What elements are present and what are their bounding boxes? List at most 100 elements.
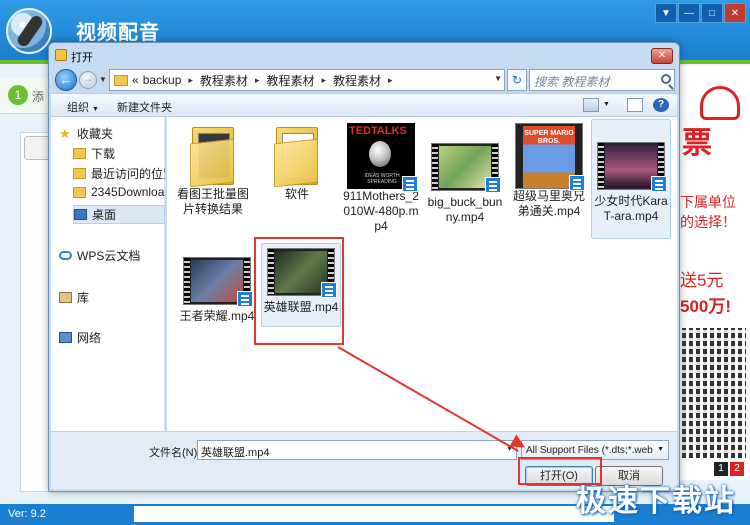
- cloud-icon: [59, 251, 72, 260]
- forward-button[interactable]: →: [79, 71, 97, 89]
- step-indicator: 1 添: [0, 78, 50, 114]
- toolbar: 组织 ▼ 新建文件夹 ▼ ?: [51, 93, 677, 117]
- video-file-icon: [651, 176, 667, 192]
- preview-pane-icon[interactable]: [627, 98, 643, 112]
- file-name: 看图王批量图片转换结果: [176, 187, 249, 216]
- search-icon[interactable]: [661, 74, 671, 84]
- sidebar-item-recent[interactable]: 最近访问的位置: [73, 165, 165, 182]
- chevron-right-icon[interactable]: ▸: [252, 75, 263, 86]
- chevron-down-icon[interactable]: ▼: [603, 101, 610, 108]
- video-frame: [605, 145, 657, 187]
- video-thumbnail: [597, 142, 667, 192]
- qr-code-pattern: [682, 328, 746, 458]
- recent-places-icon: [73, 168, 86, 179]
- sidebar-item-favorites[interactable]: ★ 收藏夹: [59, 125, 165, 142]
- breadcrumb-segment[interactable]: 教程素材: [196, 72, 252, 89]
- ad-ticket-text: 票: [682, 127, 712, 160]
- file-item-video[interactable]: 少女时代KaraT-ara.mp4: [591, 119, 671, 239]
- dialog-title: 打开: [71, 52, 93, 64]
- star-icon: ★: [59, 125, 71, 141]
- file-name: 911Mothers_2010W-480p.mp4: [343, 189, 419, 233]
- organize-menu[interactable]: 组织 ▼: [67, 99, 99, 115]
- desktop-icon: [74, 209, 87, 220]
- file-item-folder[interactable]: 软件: [257, 123, 337, 202]
- app-title: 视频配音: [76, 22, 160, 44]
- sidebar-item-wps-cloud[interactable]: WPS云文档: [59, 247, 165, 264]
- sidebar-item-2345downloads[interactable]: 2345Downloads: [73, 185, 165, 199]
- search-input[interactable]: 搜索 教程素材: [529, 69, 675, 91]
- sidebar-item-library[interactable]: 库: [59, 289, 165, 306]
- sidebar-item-desktop[interactable]: 桌面: [73, 205, 165, 224]
- open-file-dialog: 打开 ✕ ← → ▼ « backup ▸ 教程素材 ▸ 教程素材 ▸ 教程素材…: [48, 42, 680, 492]
- folder-front: [190, 138, 234, 188]
- video-thumbnail: TEDTALKS IDEAS WORTH SPREADING: [347, 123, 418, 192]
- sidebar-item-label: 2345Downloads: [91, 185, 165, 199]
- chevron-down-icon[interactable]: ▼: [657, 446, 664, 453]
- folder-icon: [73, 148, 86, 159]
- minimize-button[interactable]: —: [678, 3, 700, 23]
- back-button[interactable]: ←: [55, 69, 77, 91]
- chevron-right-icon[interactable]: ▸: [185, 75, 196, 86]
- ad-panel[interactable]: 票 下属单位 的选择！ 送5元 500万! 1 2: [678, 66, 750, 480]
- step-number: 1: [8, 85, 28, 105]
- breadcrumb-segment[interactable]: 教程素材: [329, 72, 385, 89]
- filename-input[interactable]: 英雄联盟.mp4 ▼: [197, 440, 517, 460]
- heart-icon: [700, 86, 740, 120]
- menu-dropdown-button[interactable]: ▼: [655, 3, 677, 23]
- address-bar[interactable]: « backup ▸ 教程素材 ▸ 教程素材 ▸ 教程素材 ▸ ▼: [109, 69, 505, 91]
- video-file-icon: [237, 291, 253, 307]
- ad-page-button[interactable]: 2: [730, 462, 744, 476]
- video-thumbnail: [183, 257, 253, 307]
- file-type-value: All Support Files (*.dts;*.web: [526, 445, 653, 456]
- sidebar-item-label: 最近访问的位置: [91, 167, 165, 181]
- video-thumbnail: [431, 143, 501, 193]
- sidebar-item-label: 桌面: [92, 208, 117, 222]
- file-item-video[interactable]: TEDTALKS IDEAS WORTH SPREADING 911Mother…: [341, 123, 421, 234]
- dialog-close-button[interactable]: ✕: [651, 48, 673, 64]
- file-item-video[interactable]: 王者荣耀.mp4: [177, 257, 257, 324]
- sidebar-item-label: 下载: [91, 147, 116, 161]
- breadcrumb-segment[interactable]: backup: [139, 73, 186, 87]
- file-name: big_buck_bunny.mp4: [427, 195, 503, 224]
- ted-logo: TEDTALKS: [349, 125, 407, 137]
- folder-open-icon: [55, 49, 67, 61]
- file-name: 王者荣耀.mp4: [179, 309, 255, 323]
- file-list: 看图王批量图片转换结果 软件 TEDTALKS IDEAS WORTH SPRE…: [167, 117, 677, 431]
- video-frame: [191, 260, 243, 302]
- file-item-folder[interactable]: 看图王批量图片转换结果: [173, 123, 253, 217]
- chevron-down-icon: ▼: [92, 106, 99, 113]
- file-item-video[interactable]: SUPER MARIO BROS. 超级马里奥兄弟通关.mp4: [509, 123, 589, 219]
- sidebar-item-label: WPS云文档: [77, 249, 141, 263]
- step-label: 添: [32, 90, 45, 104]
- history-dropdown-icon[interactable]: ▼: [99, 75, 107, 84]
- new-folder-button[interactable]: 新建文件夹: [117, 99, 172, 115]
- chevron-down-icon[interactable]: ▼: [494, 74, 502, 83]
- ad-line: 送5元: [680, 271, 724, 290]
- video-file-icon: [402, 176, 418, 192]
- ad-promo: 下属单位 的选择！ 送5元 500万!: [678, 184, 750, 324]
- help-icon[interactable]: ?: [653, 98, 669, 112]
- chevron-right-icon[interactable]: ▸: [385, 75, 396, 86]
- organize-label: 组织: [67, 102, 89, 114]
- close-button[interactable]: ✕: [724, 3, 746, 23]
- breadcrumb-segment[interactable]: 教程素材: [262, 72, 318, 89]
- video-file-icon: [485, 177, 501, 193]
- dialog-titlebar[interactable]: 打开 ✕: [49, 43, 679, 69]
- folder-icon: [272, 123, 322, 188]
- window-controls: ▼ — □ ✕: [655, 3, 746, 23]
- file-item-video[interactable]: big_buck_bunny.mp4: [425, 143, 505, 225]
- refresh-button[interactable]: ↻: [507, 69, 527, 91]
- network-icon: [59, 332, 72, 343]
- film-strip: [184, 258, 190, 304]
- file-name: 超级马里奥兄弟通关.mp4: [512, 189, 585, 218]
- sidebar-item-network[interactable]: 网络: [59, 329, 165, 346]
- maximize-button[interactable]: □: [701, 3, 723, 23]
- film-strip: [598, 143, 604, 189]
- sidebar-item-downloads[interactable]: 下载: [73, 145, 165, 162]
- chevron-right-icon[interactable]: ▸: [318, 75, 329, 86]
- library-icon: [59, 292, 72, 303]
- path-overflow[interactable]: «: [132, 73, 139, 87]
- highlight-frame: [254, 237, 344, 345]
- ad-page-button[interactable]: 1: [714, 462, 728, 476]
- view-mode-icon[interactable]: [583, 98, 599, 112]
